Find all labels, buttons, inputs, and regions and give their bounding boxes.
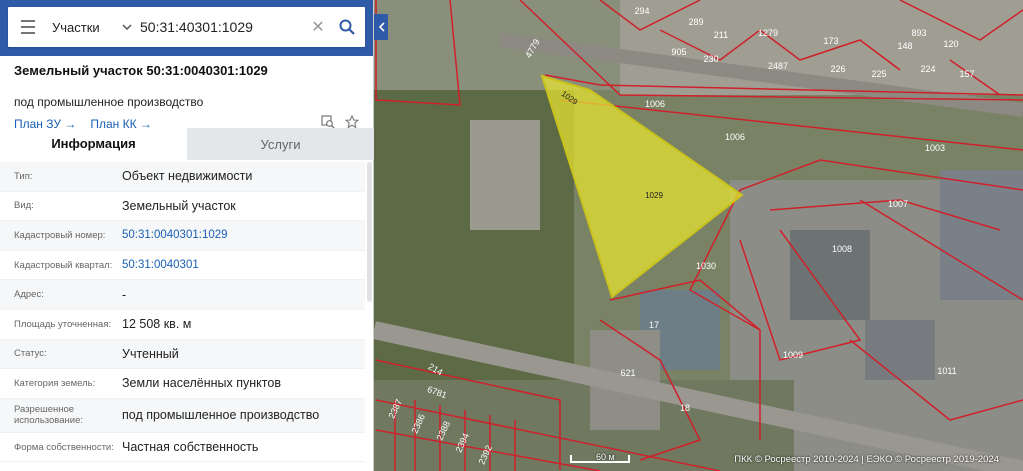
chevron-left-icon [378, 22, 385, 32]
search-scope-select[interactable]: Участки [48, 20, 118, 35]
table-row: Тип: Объект недвижимости [0, 162, 365, 192]
label-173: 173 [823, 36, 838, 46]
collapse-panel-button[interactable] [374, 14, 388, 40]
table-row: Разрешенное использование: под промышленн… [0, 398, 365, 433]
label-148: 148 [897, 41, 912, 51]
label-905: 905 [671, 47, 686, 57]
map-attribution: ПКК © Росреестр 2010-2024 | ЕЭКО © Росре… [734, 454, 999, 465]
label-157: 157 [959, 69, 974, 79]
search-bar: Участки 50:31:40301:1029 ✕ [0, 0, 373, 56]
label-226: 226 [830, 64, 845, 74]
label-selected: 1029 [645, 191, 663, 200]
search-icon[interactable] [329, 7, 365, 47]
label-1006: 1006 [645, 99, 665, 109]
search-input[interactable]: 50:31:40301:1029 [136, 19, 307, 35]
table-row: Адрес: - [0, 280, 365, 310]
table-row: Площадь уточненная: 12 508 кв. м [0, 310, 365, 340]
label-1008: 1008 [832, 244, 852, 254]
label-893: 893 [911, 28, 926, 38]
table-row: Кадастровый квартал: 50:31:0040301 [0, 251, 365, 281]
cadastral-block-link[interactable]: 50:31:0040301 [122, 259, 365, 271]
parcel-subtitle: под промышленное производство [14, 95, 204, 109]
search-box: Участки 50:31:40301:1029 ✕ [8, 7, 365, 47]
label-1030: 1030 [696, 261, 716, 271]
menu-icon[interactable] [8, 7, 48, 47]
label-225: 225 [871, 69, 886, 79]
clear-icon[interactable]: ✕ [307, 17, 329, 37]
label-294: 294 [634, 6, 649, 16]
label-1006b: 1006 [725, 132, 745, 142]
tab-services[interactable]: Услуги [187, 128, 374, 160]
label-120: 120 [943, 39, 958, 49]
label-17: 17 [649, 320, 659, 330]
label-18: 18 [680, 403, 690, 413]
scale-label: 60 м [596, 452, 615, 462]
attribute-table: Тип: Объект недвижимости Вид: Земельный уч… [0, 162, 365, 463]
tab-information[interactable]: Информация [0, 128, 187, 160]
label-1007: 1007 [888, 199, 908, 209]
table-row: Кадастровый номер: 50:31:0040301:1029 [0, 221, 365, 251]
label-289: 289 [688, 17, 703, 27]
label-211: 211 [714, 30, 728, 40]
parcel-title: Земельный участок 50:31:0040301:1029 [14, 63, 268, 78]
label-1011: 1011 [937, 366, 956, 376]
label-1003: 1003 [925, 143, 945, 153]
label-230: 230 [703, 54, 718, 64]
info-panel: Участки 50:31:40301:1029 ✕ Земельный уча… [0, 0, 374, 471]
label-1279: 1279 [758, 28, 778, 38]
table-row: Вид: Земельный участок [0, 192, 365, 222]
label-1009: 1009 [783, 350, 803, 360]
label-2487: 2487 [768, 61, 788, 71]
cadastral-number-link[interactable]: 50:31:0040301:1029 [122, 229, 365, 241]
table-row: Категория земель: Земли населённых пункто… [0, 369, 365, 399]
table-row: Форма собственности: Частная собственност… [0, 433, 365, 463]
chevron-down-icon[interactable] [118, 22, 136, 33]
label-224: 224 [920, 64, 935, 74]
label-621: 621 [620, 368, 635, 378]
scrollbar[interactable] [367, 162, 372, 302]
table-row: Статус: Учтенный [0, 339, 365, 370]
